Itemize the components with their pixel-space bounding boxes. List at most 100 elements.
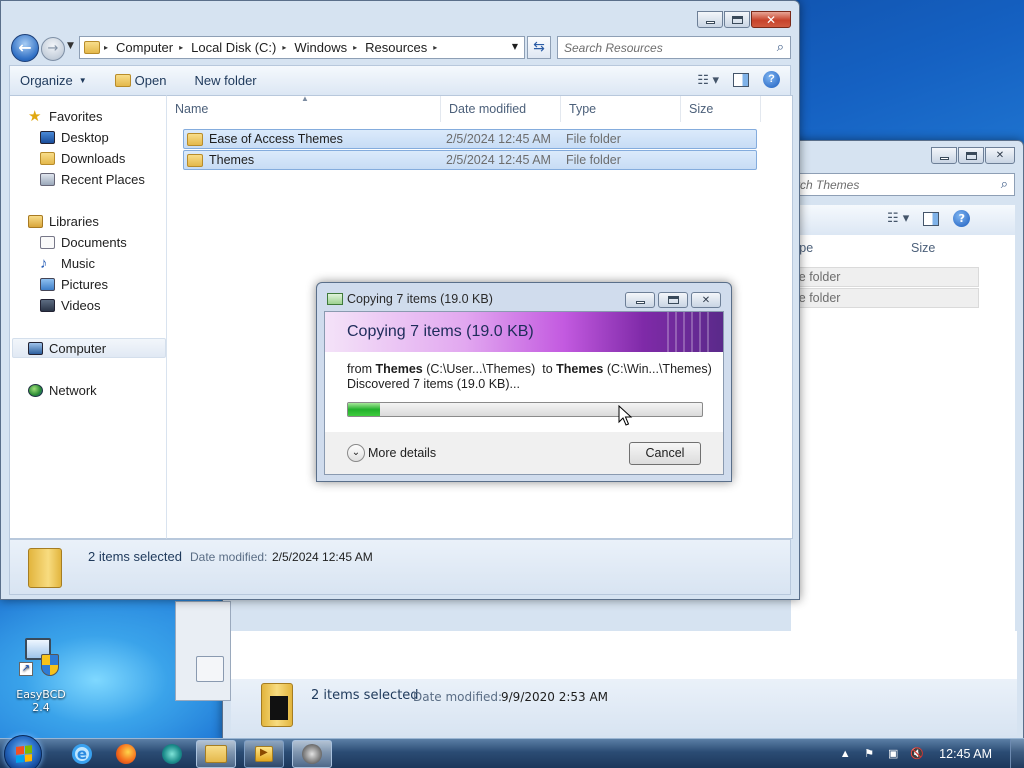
show-hidden-icons-icon[interactable]: ▲ (838, 747, 852, 761)
volume-muted-icon[interactable]: 🔇 (910, 747, 924, 761)
folder-icon (28, 548, 62, 588)
new-folder-button[interactable]: New folder (184, 73, 266, 88)
destination-folder-path: (C:\Win...\Themes) (606, 362, 712, 376)
open-folder-icon (114, 74, 131, 87)
easybcd-icon: ↗ (19, 636, 63, 684)
start-button[interactable] (4, 735, 42, 768)
source-folder-name: Themes (375, 362, 423, 376)
action-center-flag-icon[interactable]: ⚑ (862, 747, 876, 761)
close-button[interactable]: ✕ (691, 292, 721, 308)
nav-item-videos[interactable]: Videos (40, 295, 101, 315)
dialog-body: Copying 7 items (19.0 KB) from Themes (C… (324, 311, 724, 475)
taskbar-media-center[interactable] (152, 740, 192, 768)
open-button[interactable]: Open (105, 73, 177, 88)
nav-item-recent-places[interactable]: Recent Places (40, 169, 145, 189)
column-header-name[interactable]: ▲ Name (167, 94, 441, 122)
show-desktop-button[interactable] (1010, 739, 1024, 768)
internet-explorer-icon: e (72, 744, 92, 764)
clock[interactable]: 12:45 AM (939, 747, 992, 761)
selection-count: 2 items selected (88, 549, 182, 564)
taskbar: e ▲ ⚑ ▣ 🔇 12:45 AM (0, 735, 1024, 768)
command-bar: ☷ ▾ ? (791, 205, 1015, 235)
nav-item-pictures[interactable]: Pictures (40, 274, 108, 294)
cancel-button[interactable]: Cancel (629, 442, 701, 465)
breadcrumb-windows[interactable]: Windows ▸ (294, 40, 365, 55)
dialog-heading: Copying 7 items (19.0 KB) (347, 323, 534, 340)
file-date: 2/5/2024 12:45 AM (446, 132, 551, 146)
nav-item-downloads[interactable]: Downloads (40, 148, 125, 168)
close-button[interactable]: ✕ (751, 11, 791, 28)
network-icon (28, 383, 43, 397)
back-button[interactable]: ← (11, 34, 39, 62)
help-icon[interactable]: ? (763, 71, 780, 88)
taskbar-internet-explorer[interactable]: e (62, 740, 102, 768)
date-modified-label: Date modified: (190, 550, 268, 564)
file-row[interactable]: Themes 2/5/2024 12:45 AM File folder (183, 150, 757, 170)
preview-pane-icon[interactable] (733, 72, 749, 87)
taskbar-firefox[interactable] (106, 740, 146, 768)
refresh-button[interactable]: ⇆ (527, 36, 551, 59)
taskbar-disk-utility[interactable] (292, 740, 332, 768)
address-dropdown-icon[interactable]: ▼ (512, 42, 518, 51)
windows-explorer-icon (205, 745, 227, 763)
libraries-icon (28, 214, 43, 228)
copy-progress-dialog[interactable]: Copying 7 items (19.0 KB) ✕ Copying 7 it… (316, 282, 732, 482)
copy-icon (327, 293, 343, 305)
address-bar[interactable]: ▸ Computer ▸ Local Disk (C:) ▸ Windows ▸ Re… (79, 36, 525, 59)
recent-pages-dropdown[interactable]: ▼ (67, 41, 74, 51)
views-icon[interactable]: ☷ ▾ (887, 211, 909, 226)
nav-item-computer[interactable]: Computer (28, 338, 106, 358)
file-date: 2/5/2024 12:45 AM (446, 153, 551, 167)
source-folder-path: (C:\User...\Themes) (426, 362, 536, 376)
videos-icon (40, 298, 55, 312)
maximize-button[interactable] (724, 11, 750, 28)
command-bar: Organize ▼ Open New folder ☷ ▾ ? (9, 65, 791, 95)
downloads-icon (40, 151, 55, 165)
system-tray: ▲ ⚑ ▣ 🔇 12:45 AM (833, 739, 1024, 768)
more-details-toggle[interactable]: ⌄ More details (347, 444, 436, 462)
nav-item-libraries[interactable]: Libraries (28, 211, 99, 231)
organize-button[interactable]: Organize ▼ (10, 73, 97, 88)
column-header-type[interactable]: Type (561, 96, 681, 122)
folder-icon (187, 132, 203, 146)
folder-icon (187, 153, 203, 167)
copy-status: Discovered 7 items (19.0 KB)... (347, 377, 520, 391)
network-status-icon[interactable]: ▣ (886, 747, 900, 761)
firefox-icon (116, 744, 136, 764)
dialog-title: Copying 7 items (19.0 KB) (327, 292, 493, 306)
breadcrumb-computer[interactable]: Computer ▸ (116, 40, 191, 55)
maximize-button[interactable] (658, 292, 688, 308)
close-button[interactable]: ✕ (985, 147, 1015, 164)
taskbar-media-player[interactable] (244, 740, 284, 768)
navigation-bar: ← → ▼ ▸ Computer ▸ Local Disk (C:) ▸ Windo… (9, 33, 791, 62)
maximize-button[interactable] (958, 147, 984, 164)
nav-item-documents[interactable]: Documents (40, 232, 127, 252)
breadcrumb-local-disk[interactable]: Local Disk (C:) ▸ (191, 40, 294, 55)
pictures-icon (40, 277, 55, 291)
file-row[interactable]: le folder (791, 267, 979, 287)
preview-pane-icon[interactable] (923, 211, 940, 226)
minimize-button[interactable] (697, 11, 723, 28)
search-input[interactable]: Search Resources ⌕ (557, 36, 791, 59)
file-row[interactable]: le folder (791, 288, 979, 308)
minimize-button[interactable] (931, 147, 957, 164)
help-icon[interactable]: ? (953, 210, 971, 227)
desktop-icon-easybcd[interactable]: ↗ EasyBCD 2.4 (6, 636, 76, 714)
column-header-size[interactable]: Size (681, 96, 761, 122)
nav-item-network[interactable]: Network (28, 380, 97, 400)
nav-item-favorites[interactable]: ★ Favorites (28, 106, 102, 126)
nav-item-music[interactable]: ♪ Music (40, 253, 95, 273)
date-modified-value: 9/9/2020 2:53 AM (501, 690, 609, 704)
breadcrumb-resources[interactable]: Resources ▸ (365, 40, 445, 55)
sort-ascending-icon: ▲ (301, 94, 309, 103)
forward-button[interactable]: → (41, 37, 65, 61)
column-header-date-modified[interactable]: Date modified (441, 96, 561, 122)
views-icon[interactable]: ☷ ▾ (697, 72, 719, 88)
file-row[interactable]: Ease of Access Themes 2/5/2024 12:45 AM … (183, 129, 757, 149)
minimize-button[interactable] (625, 292, 655, 308)
search-input[interactable]: rch Themes ⌕ (791, 173, 1015, 196)
taskbar-windows-explorer[interactable] (196, 740, 236, 768)
column-header-size[interactable]: Size (911, 241, 935, 255)
folder-icon (84, 41, 100, 54)
nav-item-desktop[interactable]: Desktop (40, 127, 109, 147)
